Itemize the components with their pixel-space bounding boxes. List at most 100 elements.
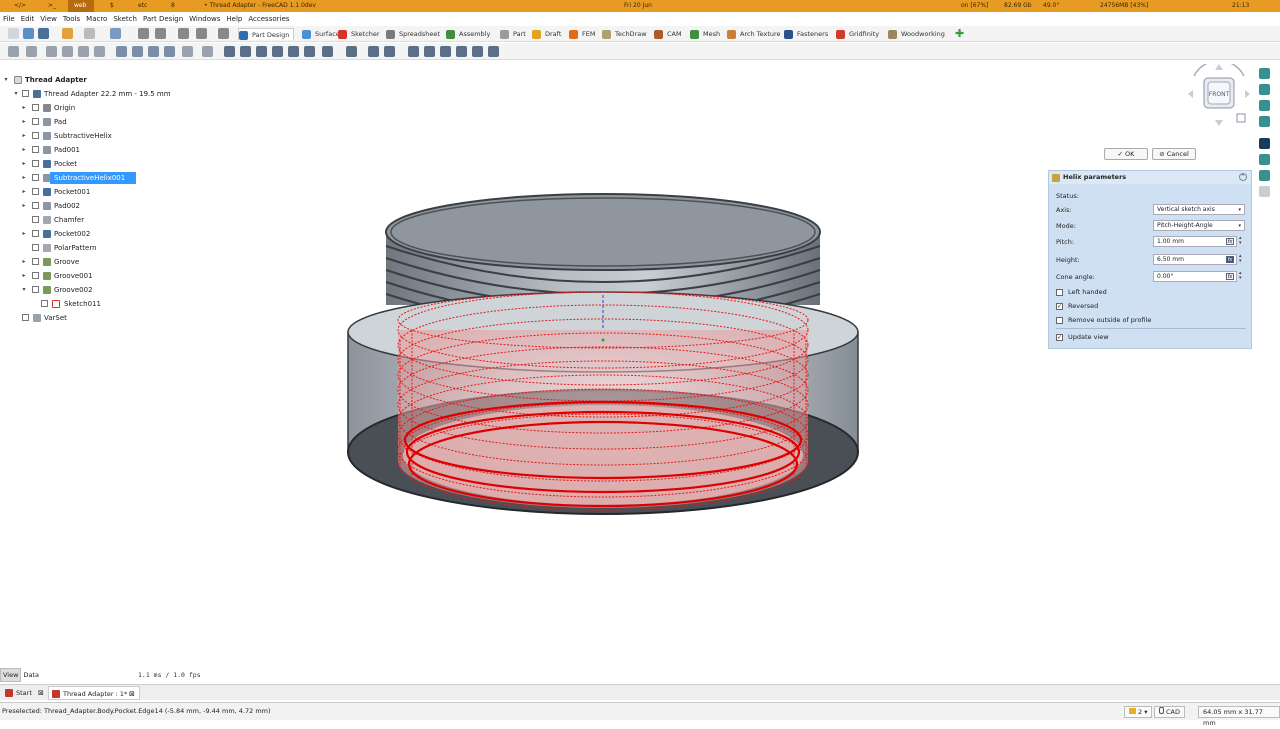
new-file-icon[interactable] bbox=[8, 28, 19, 39]
workbench-cam[interactable]: CAM bbox=[654, 28, 682, 40]
menu-view[interactable]: View bbox=[37, 13, 60, 25]
zoom-fit-icon[interactable] bbox=[1259, 68, 1270, 79]
workbench-part[interactable]: Part bbox=[500, 28, 526, 40]
view-top-icon[interactable] bbox=[94, 46, 105, 57]
cone-angle-spinner[interactable]: ▴ ▾ bbox=[1239, 271, 1242, 281]
checkbox-box[interactable] bbox=[1056, 289, 1063, 296]
visibility-checkbox[interactable] bbox=[32, 286, 39, 293]
chamfer-tool-icon[interactable] bbox=[488, 46, 499, 57]
visibility-checkbox[interactable] bbox=[32, 216, 39, 223]
menu-file[interactable]: File bbox=[0, 13, 18, 25]
tree-item-pad001[interactable]: ▸ Pad001 bbox=[0, 144, 200, 156]
zoom-out-icon[interactable] bbox=[1259, 186, 1270, 197]
tree-item-pad002[interactable]: ▸ Pad002 bbox=[0, 200, 200, 212]
tab-data[interactable]: Data bbox=[21, 669, 41, 681]
view-rear-icon[interactable] bbox=[132, 46, 143, 57]
view-right-icon[interactable] bbox=[116, 46, 127, 57]
bounding-box-icon[interactable] bbox=[46, 46, 57, 57]
groove-tool-icon[interactable] bbox=[440, 46, 451, 57]
visibility-checkbox[interactable] bbox=[32, 174, 39, 181]
zoom-in-icon[interactable] bbox=[1259, 84, 1270, 95]
workbench-surface[interactable]: Surface bbox=[302, 28, 340, 40]
selection-icon[interactable] bbox=[1259, 116, 1270, 127]
workbench-part-design[interactable]: Part Design bbox=[238, 28, 295, 40]
revolution-icon[interactable] bbox=[368, 46, 379, 57]
expand-arrow-icon[interactable]: ▸ bbox=[20, 116, 28, 128]
cancel-button[interactable]: ⊘ Cancel bbox=[1152, 148, 1196, 160]
tree-item-pocket001[interactable]: ▸ Pocket001 bbox=[0, 186, 200, 198]
workspace-6[interactable]: 8 bbox=[165, 0, 181, 12]
clone-icon[interactable] bbox=[322, 46, 333, 57]
workspace-5[interactable]: etc bbox=[132, 0, 153, 12]
collapse-arrow-icon[interactable]: ▾ bbox=[2, 74, 10, 86]
reversed-checkbox[interactable]: ✓ Reversed bbox=[1056, 302, 1098, 311]
workbench-techdraw[interactable]: TechDraw bbox=[602, 28, 647, 40]
tree-item-subtractivehelix001[interactable]: ▸ SubtractiveHelix001 bbox=[0, 172, 200, 184]
visibility-checkbox[interactable] bbox=[22, 314, 29, 321]
tab-thread-adapter[interactable]: Thread Adapter : 1* ⊠ bbox=[48, 686, 140, 700]
menu-accessories[interactable]: Accessories bbox=[245, 13, 292, 25]
workbench-assembly[interactable]: Assembly bbox=[446, 28, 490, 40]
navcube-graphic[interactable]: FRONT bbox=[1184, 59, 1254, 132]
collapse-arrow-icon[interactable]: ▾ bbox=[20, 284, 28, 296]
checkbox-box[interactable] bbox=[1056, 317, 1063, 324]
collapse-arrow-icon[interactable]: ▾ bbox=[12, 88, 20, 100]
height-input[interactable]: 6.50 mm fx bbox=[1153, 254, 1237, 265]
cone-angle-input[interactable]: 0.00° fx bbox=[1153, 271, 1237, 282]
close-icon[interactable]: ⊠ bbox=[38, 686, 44, 700]
workbench-fem[interactable]: FEM bbox=[569, 28, 595, 40]
tree-item-pocket002[interactable]: ▸ Pocket002 bbox=[0, 228, 200, 240]
expand-arrow-icon[interactable]: ▸ bbox=[20, 158, 28, 170]
fillet-icon[interactable] bbox=[472, 46, 483, 57]
workbench-draft[interactable]: Draft bbox=[532, 28, 561, 40]
expand-arrow-icon[interactable]: ▸ bbox=[20, 186, 28, 198]
sketch-icon[interactable] bbox=[240, 46, 251, 57]
visibility-checkbox[interactable] bbox=[32, 244, 39, 251]
save-icon[interactable] bbox=[38, 28, 49, 39]
axis-select[interactable]: Vertical sketch axis ▾ bbox=[1153, 204, 1245, 215]
tree-item-pad[interactable]: ▸ Pad bbox=[0, 116, 200, 128]
visibility-checkbox[interactable] bbox=[32, 160, 39, 167]
expression-icon[interactable]: fx bbox=[1226, 256, 1234, 263]
clipboard-icon[interactable] bbox=[178, 28, 189, 39]
visibility-checkbox[interactable] bbox=[32, 272, 39, 279]
tree-item-sketch011[interactable]: Sketch011 bbox=[0, 298, 200, 310]
visibility-checkbox[interactable] bbox=[41, 300, 48, 307]
pitch-input[interactable]: 1.00 mm fx bbox=[1153, 236, 1237, 247]
visibility-checkbox[interactable] bbox=[32, 146, 39, 153]
workbench-arch-texture[interactable]: Arch Texture bbox=[727, 28, 781, 40]
open-file-icon[interactable] bbox=[23, 28, 34, 39]
subtractive-loft-icon[interactable] bbox=[456, 46, 467, 57]
expand-arrow-icon[interactable]: ▸ bbox=[20, 102, 28, 114]
workbench-woodworking[interactable]: Woodworking bbox=[888, 28, 945, 40]
menu-part-design[interactable]: Part Design bbox=[140, 13, 186, 25]
collapse-panel-icon[interactable]: ^ bbox=[1239, 173, 1247, 181]
add-workbench-icon[interactable]: ✚ bbox=[955, 27, 964, 41]
body-icon[interactable] bbox=[224, 46, 235, 57]
left-handed-checkbox[interactable]: Left handed bbox=[1056, 288, 1107, 297]
undo-icon[interactable] bbox=[62, 28, 73, 39]
workbench-gridfinity[interactable]: Gridfinity bbox=[836, 28, 879, 40]
expand-arrow-icon[interactable]: ▸ bbox=[20, 256, 28, 268]
workspace-3[interactable]: web bbox=[68, 0, 94, 12]
visibility-checkbox[interactable] bbox=[32, 258, 39, 265]
visibility-checkbox[interactable] bbox=[32, 132, 39, 139]
workbench-fasteners[interactable]: Fasteners bbox=[784, 28, 828, 40]
datum-point-icon[interactable] bbox=[288, 46, 299, 57]
zoom-box-icon[interactable] bbox=[1259, 170, 1270, 181]
checkbox-box[interactable]: ✓ bbox=[1056, 303, 1063, 310]
workbench-mesh[interactable]: Mesh bbox=[690, 28, 720, 40]
expand-arrow-icon[interactable]: ▸ bbox=[20, 200, 28, 212]
tree-item-pocket[interactable]: ▸ Pocket bbox=[0, 158, 200, 170]
tree-item-varset[interactable]: VarSet bbox=[0, 312, 200, 324]
tree-item-groove001[interactable]: ▸ Groove001 bbox=[0, 270, 200, 282]
tree-item-subtractivehelix[interactable]: ▸ SubtractiveHelix bbox=[0, 130, 200, 142]
tab-start[interactable]: Start ⊠ bbox=[2, 686, 46, 700]
menu-sketch[interactable]: Sketch bbox=[110, 13, 140, 25]
panel-header[interactable]: Helix parameters ^ bbox=[1049, 171, 1251, 184]
workbench-sketcher[interactable]: Sketcher bbox=[338, 28, 380, 40]
view-left-icon[interactable] bbox=[164, 46, 175, 57]
tree-item-origin[interactable]: ▸ Origin bbox=[0, 102, 200, 114]
pocket-tool-icon[interactable] bbox=[408, 46, 419, 57]
workspace-1[interactable]: </> bbox=[8, 0, 32, 12]
